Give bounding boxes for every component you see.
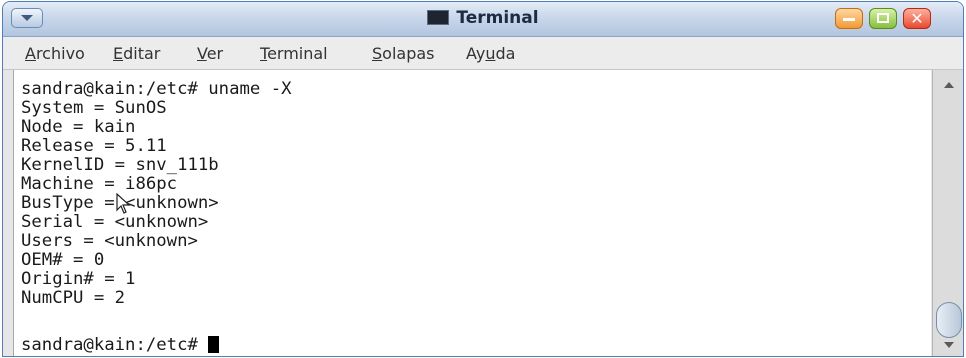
terminal-icon	[427, 10, 450, 25]
terminal-line: KernelID = snv_111b	[21, 155, 219, 175]
close-icon: ✕	[910, 9, 924, 28]
terminal-line: System = SunOS	[21, 98, 167, 118]
mouse-pointer-icon	[116, 193, 131, 214]
scroll-up-icon[interactable]	[944, 82, 954, 88]
close-button[interactable]: ✕	[903, 8, 931, 29]
menu-editar[interactable]: Editar	[113, 44, 160, 63]
title-bar[interactable]: Terminal ✕	[3, 2, 963, 37]
terminal-line: NumCPU = 2	[21, 288, 126, 308]
terminal-line: Node = kain	[21, 117, 136, 137]
menu-ayuda[interactable]: Ayuda	[466, 44, 515, 63]
text-cursor	[208, 336, 220, 353]
terminal-window: Terminal ✕ Archivo Editar Ver Terminal S…	[2, 1, 964, 357]
terminal-prompt: sandra@kain:/etc#	[21, 335, 209, 355]
terminal-prompt-line: sandra@kain:/etc#	[21, 335, 220, 355]
terminal-line: Release = 5.11	[21, 136, 167, 156]
window-title: Terminal	[3, 8, 963, 28]
vertical-scrollbar[interactable]	[932, 70, 963, 356]
menu-solapas[interactable]: Solapas	[372, 44, 435, 63]
menu-bar: Archivo Editar Ver Terminal Solapas Ayud…	[3, 37, 963, 70]
window-title-text: Terminal	[456, 8, 539, 28]
menu-terminal[interactable]: Terminal	[260, 44, 328, 63]
terminal-line: Serial = <unknown>	[21, 212, 209, 232]
scrollbar-thumb[interactable]	[936, 302, 962, 338]
terminal-line: Machine = i86pc	[21, 174, 178, 194]
scroll-down-icon[interactable]	[944, 342, 954, 348]
terminal-line: Users = <unknown>	[21, 231, 198, 251]
maximize-button[interactable]	[869, 8, 897, 29]
terminal-output[interactable]: sandra@kain:/etc# uname -X System = SunO…	[13, 70, 931, 356]
menu-archivo[interactable]: Archivo	[25, 44, 85, 63]
menu-ver[interactable]: Ver	[197, 44, 223, 63]
minimize-button[interactable]	[835, 8, 863, 29]
terminal-line: OEM# = 0	[21, 250, 105, 270]
minimize-icon	[843, 18, 855, 21]
maximize-icon	[877, 13, 889, 23]
terminal-line: Origin# = 1	[21, 269, 136, 289]
terminal-line: sandra@kain:/etc# uname -X	[21, 79, 292, 99]
